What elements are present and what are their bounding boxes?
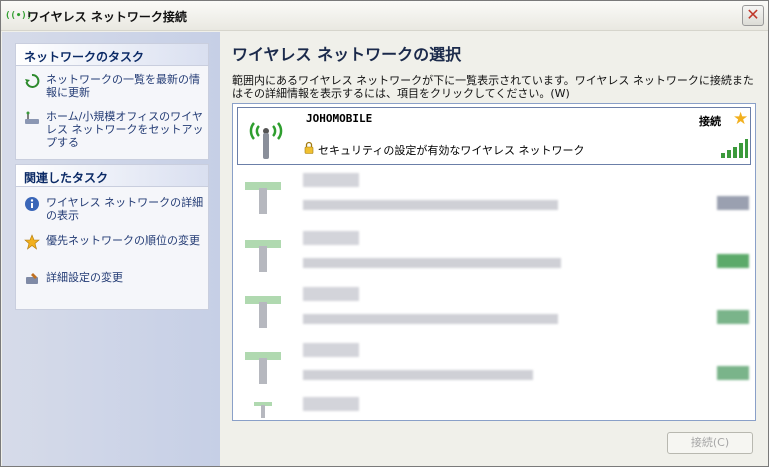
network-item-blurred[interactable]	[237, 394, 751, 418]
close-button[interactable]: ✕	[742, 5, 764, 26]
network-tasks-box: ネットワークのタスク ネットワークの一覧を最新の情報に更新 ホーム/小規模オフィ…	[15, 43, 209, 160]
network-item-blurred[interactable]	[237, 170, 751, 227]
network-item-blurred[interactable]	[237, 340, 751, 397]
wireless-icon: ((•))	[5, 11, 33, 21]
wireless-antenna-icon	[254, 402, 272, 418]
wireless-antenna-icon	[249, 122, 283, 159]
signal-strength-icon	[717, 366, 749, 380]
preferred-network-star-icon: ★	[733, 109, 749, 129]
page-title: ワイヤレス ネットワークの選択	[232, 45, 462, 64]
obscured-network-detail	[303, 314, 558, 324]
obscured-network-name	[303, 287, 359, 301]
obscured-network-name	[303, 397, 359, 411]
view-network-details-label: ワイヤレス ネットワークの詳細の表示	[46, 196, 204, 222]
obscured-network-name	[303, 173, 359, 187]
refresh-network-list-link[interactable]: ネットワークの一覧を最新の情報に更新	[24, 73, 204, 101]
signal-strength-icon	[717, 310, 749, 324]
connection-status: 接続	[699, 115, 721, 128]
obscured-network-name	[303, 343, 359, 357]
change-preferred-order-label: 優先ネットワークの順位の変更	[46, 234, 200, 247]
instructions-text: 範囲内にあるワイヤレス ネットワークが下に一覧表示されています。ワイヤレス ネッ…	[232, 74, 754, 100]
wireless-antenna-icon	[245, 352, 281, 384]
task-pane: ネットワークのタスク ネットワークの一覧を最新の情報に更新 ホーム/小規模オフィ…	[2, 32, 220, 466]
obscured-network-name	[303, 231, 359, 245]
star-icon	[24, 234, 40, 250]
wireless-connection-window: ((•)) ワイヤレス ネットワーク接続 ✕ ネットワークのタスク ネットワーク…	[0, 0, 769, 467]
network-list[interactable]: JOHOMOBILE 接続 ★ セキュリティの設定が有効なワイヤレス ネットワー…	[232, 103, 756, 421]
setup-home-network-label: ホーム/小規模オフィスのワイヤレス ネットワークをセットアップする	[46, 110, 204, 149]
window-title: ワイヤレス ネットワーク接続	[27, 10, 187, 24]
signal-strength-icon	[721, 139, 748, 158]
view-network-details-link[interactable]: ワイヤレス ネットワークの詳細の表示	[24, 196, 204, 224]
change-advanced-settings-label: 詳細設定の変更	[46, 271, 123, 284]
network-item-blurred[interactable]	[237, 284, 751, 341]
obscured-network-detail	[303, 200, 558, 210]
network-ssid: JOHOMOBILE	[306, 112, 373, 125]
signal-strength-icon	[717, 254, 749, 268]
setup-icon	[24, 110, 40, 126]
settings-icon	[24, 271, 40, 287]
wireless-antenna-icon	[245, 296, 281, 328]
refresh-network-list-label: ネットワークの一覧を最新の情報に更新	[46, 73, 200, 99]
network-item-selected[interactable]: JOHOMOBILE 接続 ★ セキュリティの設定が有効なワイヤレス ネットワー…	[237, 107, 751, 165]
obscured-network-detail	[303, 370, 533, 380]
related-tasks-box: 関連したタスク ワイヤレス ネットワークの詳細の表示 優先ネットワークの順位の変…	[15, 164, 209, 310]
network-tasks-heading: ネットワークのタスク	[16, 44, 208, 66]
change-advanced-settings-link[interactable]: 詳細設定の変更	[24, 271, 204, 287]
security-label: セキュリティの設定が有効なワイヤレス ネットワーク	[318, 144, 585, 157]
connect-button[interactable]: 接続(C)	[667, 432, 753, 454]
signal-strength-icon	[717, 196, 749, 210]
title-bar[interactable]: ((•)) ワイヤレス ネットワーク接続 ✕	[1, 1, 768, 31]
setup-home-network-link[interactable]: ホーム/小規模オフィスのワイヤレス ネットワークをセットアップする	[24, 110, 204, 152]
wireless-antenna-icon	[245, 182, 281, 214]
obscured-network-detail	[303, 258, 561, 268]
close-icon: ✕	[746, 5, 760, 24]
network-item-blurred[interactable]	[237, 228, 751, 285]
related-tasks-heading: 関連したタスク	[16, 165, 208, 187]
lock-icon	[304, 141, 314, 154]
refresh-icon	[24, 73, 40, 89]
change-preferred-order-link[interactable]: 優先ネットワークの順位の変更	[24, 234, 204, 250]
info-icon	[24, 196, 40, 212]
wireless-antenna-icon	[245, 240, 281, 272]
